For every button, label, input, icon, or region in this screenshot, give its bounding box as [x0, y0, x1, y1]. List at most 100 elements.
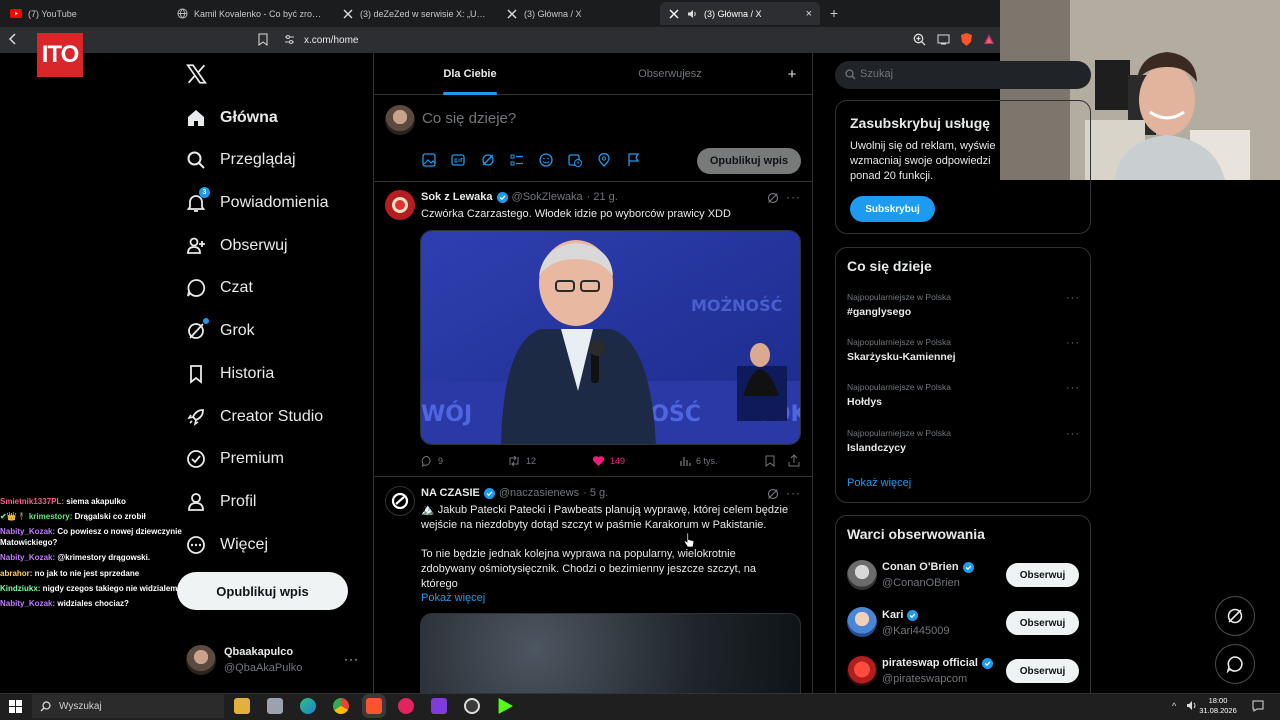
follow-suggestion-name[interactable]: pirateswap official	[882, 657, 993, 669]
tab-following[interactable]: Obserwujesz	[567, 53, 773, 95]
trend-name[interactable]: #ganglysego	[847, 306, 911, 318]
windows-start-icon[interactable]	[9, 700, 22, 713]
trend-name[interactable]: Skarżysku-Kamiennej	[847, 351, 956, 363]
post-handle[interactable]: @SokZlewaka	[512, 191, 583, 203]
nav-item-follow[interactable]: Obserwuj	[186, 229, 288, 263]
grok-float-button[interactable]	[1215, 596, 1255, 636]
post-handle[interactable]: @naczasienews	[499, 487, 579, 499]
post-time[interactable]: · 5 g.	[583, 487, 608, 499]
location-icon[interactable]	[597, 153, 611, 167]
post-more-icon[interactable]: ···	[786, 190, 801, 204]
avatar[interactable]	[847, 607, 877, 637]
follow-button[interactable]: Obserwuj	[1006, 611, 1079, 635]
browser-tab[interactable]: (7) YouTube	[2, 2, 166, 25]
edge-icon[interactable]	[300, 698, 316, 714]
avatar[interactable]	[847, 656, 877, 686]
repost-action[interactable]: 12	[507, 453, 536, 469]
browser-tab[interactable]: (3) Główna / X	[498, 2, 658, 25]
grok-explain-icon[interactable]	[767, 192, 779, 204]
add-tab-icon[interactable]: +	[777, 53, 807, 95]
speaker-icon[interactable]	[686, 8, 698, 20]
nav-item-chat[interactable]: Czat	[186, 271, 253, 305]
clock-time: 18:00	[1208, 696, 1228, 705]
gif-icon[interactable]	[451, 153, 465, 167]
nav-label: Główna	[220, 109, 278, 126]
app-icon[interactable]	[267, 698, 283, 714]
post-time[interactable]: · 21 g.	[587, 191, 618, 203]
bookmark-icon[interactable]	[765, 455, 775, 467]
nav-item-explore[interactable]: Przeglądaj	[186, 143, 296, 177]
nav-item-premium[interactable]: Premium	[186, 442, 284, 476]
avatar[interactable]	[847, 560, 877, 590]
browser-tab[interactable]: Kamil Kovalenko - Co być zrobił?	[168, 2, 332, 25]
chrome-icon[interactable]	[333, 698, 349, 714]
post-button[interactable]: Opublikuj wpis	[177, 572, 348, 610]
post-more-icon[interactable]: ···	[786, 486, 801, 500]
taskbar-clock[interactable]: 18:00 31.08.2026	[1196, 696, 1240, 716]
account-switcher[interactable]: Qbaakapulco @QbaAkaPulko ···	[186, 645, 361, 677]
x-logo-icon[interactable]	[186, 64, 207, 84]
avatar[interactable]	[385, 486, 415, 516]
trend-more-icon[interactable]: ···	[1066, 382, 1080, 394]
chat-user: Kindziukx:	[0, 583, 41, 593]
nav-item-home[interactable]: Główna	[186, 101, 278, 135]
file-explorer-icon[interactable]	[234, 698, 250, 714]
trend-name[interactable]: Hołdys	[847, 396, 882, 408]
brave-icon[interactable]	[366, 698, 382, 714]
nav-item-profile[interactable]: Profil	[186, 485, 256, 519]
taskbar-search[interactable]: Wyszukaj	[32, 695, 224, 718]
address-bar[interactable]: x.com/home	[252, 29, 1000, 51]
post-image[interactable]	[420, 613, 801, 703]
browser-tab-active[interactable]: (3) Główna / X ×	[660, 2, 820, 25]
account-more-icon[interactable]: ···	[344, 652, 359, 666]
nav-item-creator-studio[interactable]: Creator Studio	[186, 400, 323, 434]
flag-icon[interactable]	[627, 153, 641, 167]
schedule-icon[interactable]	[568, 153, 582, 167]
trend-name[interactable]: Islandczycy	[847, 442, 906, 454]
nav-item-more[interactable]: Więcej	[186, 528, 268, 562]
grok-compose-icon[interactable]	[481, 153, 495, 167]
subscribe-button[interactable]: Subskrybuj	[850, 196, 935, 222]
image-icon[interactable]	[422, 153, 436, 167]
share-icon[interactable]	[788, 454, 800, 467]
obs-icon[interactable]	[464, 698, 480, 714]
messages-float-button[interactable]	[1215, 644, 1255, 684]
follow-button[interactable]: Obserwuj	[1006, 659, 1079, 683]
tray-chevron-icon[interactable]: ^	[1172, 701, 1176, 711]
views-action[interactable]: 6 tys.	[679, 453, 718, 469]
follow-suggestion-name[interactable]: Kari	[882, 609, 919, 621]
nav-item-grok[interactable]: Grok	[186, 314, 255, 348]
nav-item-notifications[interactable]: 3 Powiadomienia	[186, 186, 329, 220]
follow-button[interactable]: Obserwuj	[1006, 563, 1079, 587]
app-icon[interactable]	[431, 698, 447, 714]
reply-action[interactable]: 9	[421, 453, 443, 469]
tab-for-you[interactable]: Dla Ciebie	[373, 53, 567, 95]
avatar[interactable]	[385, 190, 415, 220]
search-box[interactable]: Szukaj	[835, 61, 1091, 89]
new-tab-button[interactable]: +	[826, 4, 842, 22]
trend-more-icon[interactable]: ···	[1066, 337, 1080, 349]
grok-explain-icon[interactable]	[767, 488, 779, 500]
trend-more-icon[interactable]: ···	[1066, 292, 1080, 304]
compose-input[interactable]: Co się dzieje?	[422, 110, 516, 127]
close-tab-icon[interactable]: ×	[806, 8, 812, 20]
repost-icon	[507, 455, 521, 467]
post-video[interactable]: WÓJ WOŚĆ SOK MOŻNOŚĆ	[420, 230, 801, 445]
poll-icon[interactable]	[510, 153, 524, 167]
notification-center-icon[interactable]	[1252, 700, 1264, 712]
compose-post-button[interactable]: Opublikuj wpis	[697, 148, 801, 174]
trends-show-more[interactable]: Pokaż więcej	[847, 477, 911, 489]
app-icon[interactable]	[398, 698, 414, 714]
post-author[interactable]: NA CZASIE	[421, 487, 480, 499]
show-more-link[interactable]: Pokaż więcej	[421, 591, 485, 606]
trend-more-icon[interactable]: ···	[1066, 428, 1080, 440]
tab-label: Dla Ciebie	[443, 68, 497, 80]
nav-item-bookmarks[interactable]: Historia	[186, 357, 274, 391]
post-header: Sok z Lewaka @SokZlewaka · 21 g.	[421, 191, 618, 203]
like-action[interactable]: 149	[592, 453, 625, 469]
follow-suggestion-name[interactable]: Conan O'Brien	[882, 561, 974, 573]
browser-tab[interactable]: (3) deZeZed w serwisie X: „Ukrainka n	[334, 2, 496, 25]
back-icon[interactable]	[8, 33, 18, 45]
emoji-icon[interactable]	[539, 153, 553, 167]
post-author[interactable]: Sok z Lewaka	[421, 191, 493, 203]
